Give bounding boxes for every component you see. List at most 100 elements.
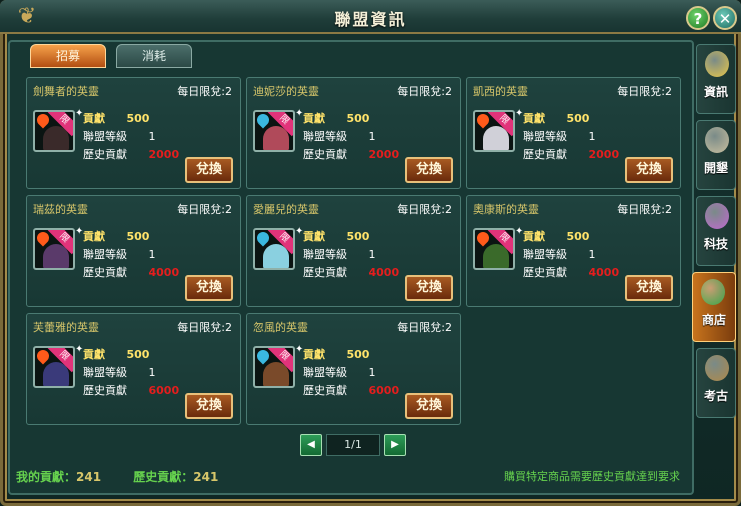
contribution-value: 500 bbox=[346, 348, 370, 361]
help-button[interactable]: ? bbox=[686, 6, 710, 30]
history-value: 2000 bbox=[588, 148, 620, 161]
title-bar: ❦ 聯盟資訊 ? ✕ bbox=[0, 0, 741, 34]
tab-consume[interactable]: 消耗 bbox=[116, 44, 192, 68]
hero-thumbnail[interactable]: 限 bbox=[473, 228, 515, 270]
daily-limit: 每日限兌:2 bbox=[617, 85, 672, 98]
sidenav-label: 商店 bbox=[701, 313, 726, 327]
contribution-row: 貢獻 500 bbox=[303, 228, 369, 244]
contribution-row: 貢獻 500 bbox=[523, 228, 589, 244]
prev-page-button[interactable]: ◀ bbox=[300, 434, 322, 456]
level-row: 聯盟等級 1 bbox=[83, 364, 156, 380]
history-value: 2000 bbox=[148, 148, 180, 161]
daily-limit: 每日限兌:2 bbox=[397, 321, 452, 334]
level-row: 聯盟等級 1 bbox=[523, 246, 596, 262]
exchange-button[interactable]: 兌換 bbox=[625, 275, 673, 301]
close-button[interactable]: ✕ bbox=[713, 6, 737, 30]
daily-limit: 每日限兌:2 bbox=[397, 203, 452, 216]
contribution-row: 貢獻 500 bbox=[303, 346, 369, 362]
level-label: 聯盟等級 bbox=[83, 248, 127, 261]
sidenav-label: 考古 bbox=[703, 389, 728, 403]
pickaxe-icon bbox=[705, 355, 729, 381]
history-label: 歷史貢獻 bbox=[303, 384, 347, 397]
next-page-button[interactable]: ▶ bbox=[384, 434, 406, 456]
hero-thumbnail[interactable]: 限 bbox=[33, 346, 75, 388]
daily-limit: 每日限兌:2 bbox=[177, 321, 232, 334]
item-name: 凱西的英靈 bbox=[473, 85, 528, 98]
level-label: 聯盟等級 bbox=[523, 130, 567, 143]
sidenav-item[interactable]: 科技 bbox=[696, 196, 736, 266]
level-row: 聯盟等級 1 bbox=[83, 128, 156, 144]
requirement-notice: 購買特定商品需要歷史貢獻達到要求 bbox=[504, 470, 680, 483]
tab-recruit[interactable]: 招募 bbox=[30, 44, 106, 68]
contribution-row: 貢獻 500 bbox=[83, 228, 149, 244]
exchange-button[interactable]: 兌換 bbox=[185, 275, 233, 301]
level-value: 1 bbox=[368, 130, 376, 143]
item-name: 劍舞者的英靈 bbox=[33, 85, 99, 98]
item-card: 愛麗兒的英靈 每日限兌:2 限 ✦ 貢獻 500 聯盟等級 1 歷史貢獻 400… bbox=[246, 195, 461, 307]
page-indicator: 1/1 bbox=[326, 434, 380, 456]
sidenav-label: 資訊 bbox=[703, 85, 728, 99]
hero-thumbnail[interactable]: 限 bbox=[253, 346, 295, 388]
history-row: 歷史貢獻 4000 bbox=[523, 264, 619, 280]
level-row: 聯盟等級 1 bbox=[83, 246, 156, 262]
avatar-icon bbox=[705, 51, 729, 77]
item-name: 愛麗兒的英靈 bbox=[253, 203, 319, 216]
history-row: 歷史貢獻 6000 bbox=[303, 382, 399, 398]
contribution-value: 500 bbox=[346, 230, 370, 243]
level-row: 聯盟等級 1 bbox=[523, 128, 596, 144]
level-value: 1 bbox=[148, 130, 156, 143]
exchange-button[interactable]: 兌換 bbox=[405, 275, 453, 301]
level-value: 1 bbox=[588, 248, 596, 261]
item-card: 凱西的英靈 每日限兌:2 限 ✦ 貢獻 500 聯盟等級 1 歷史貢獻 2000… bbox=[466, 77, 681, 189]
exchange-button[interactable]: 兌換 bbox=[405, 157, 453, 183]
history-label: 歷史貢獻 bbox=[83, 148, 127, 161]
treasure-icon bbox=[701, 279, 725, 305]
history-value: 6000 bbox=[148, 384, 180, 397]
level-label: 聯盟等級 bbox=[523, 248, 567, 261]
sidenav-item[interactable]: 考古 bbox=[696, 348, 736, 418]
item-card: 芙蕾雅的英靈 每日限兌:2 限 ✦ 貢獻 500 聯盟等級 1 歷史貢獻 600… bbox=[26, 313, 241, 425]
item-card: 忽風的英靈 每日限兌:2 限 ✦ 貢獻 500 聯盟等級 1 歷史貢獻 6000… bbox=[246, 313, 461, 425]
hero-thumbnail[interactable]: 限 bbox=[253, 110, 295, 152]
sidenav-label: 科技 bbox=[703, 237, 728, 251]
item-name: 忽風的英靈 bbox=[253, 321, 308, 334]
contribution-summary: 我的貢獻：241 歷史貢獻：241 bbox=[16, 468, 246, 485]
contribution-value: 500 bbox=[126, 348, 150, 361]
daily-limit: 每日限兌:2 bbox=[617, 203, 672, 216]
item-card: 劍舞者的英靈 每日限兌:2 限 ✦ 貢獻 500 聯盟等級 1 歷史貢獻 200… bbox=[26, 77, 241, 189]
history-value: 4000 bbox=[368, 266, 400, 279]
hero-thumbnail[interactable]: 限 bbox=[253, 228, 295, 270]
item-name: 迪妮莎的英靈 bbox=[253, 85, 319, 98]
level-row: 聯盟等級 1 bbox=[303, 364, 376, 380]
level-value: 1 bbox=[368, 248, 376, 261]
sidenav-item[interactable]: 開墾 bbox=[696, 120, 736, 190]
level-label: 聯盟等級 bbox=[83, 130, 127, 143]
level-label: 聯盟等級 bbox=[303, 130, 347, 143]
exchange-button[interactable]: 兌換 bbox=[405, 393, 453, 419]
exchange-button[interactable]: 兌換 bbox=[185, 393, 233, 419]
hammer-icon bbox=[705, 127, 729, 153]
history-row: 歷史貢獻 4000 bbox=[83, 264, 179, 280]
hero-thumbnail[interactable]: 限 bbox=[33, 110, 75, 152]
item-card: 奧康斯的英靈 每日限兌:2 限 ✦ 貢獻 500 聯盟等級 1 歷史貢獻 400… bbox=[466, 195, 681, 307]
sidenav-item[interactable]: 商店 bbox=[692, 272, 736, 342]
level-value: 1 bbox=[148, 366, 156, 379]
contribution-value: 500 bbox=[126, 230, 150, 243]
item-card: 瑞茲的英靈 每日限兌:2 限 ✦ 貢獻 500 聯盟等級 1 歷史貢獻 4000… bbox=[26, 195, 241, 307]
exchange-button[interactable]: 兌換 bbox=[625, 157, 673, 183]
contribution-row: 貢獻 500 bbox=[523, 110, 589, 126]
contribution-row: 貢獻 500 bbox=[303, 110, 369, 126]
history-row: 歷史貢獻 2000 bbox=[83, 146, 179, 162]
history-row: 歷史貢獻 6000 bbox=[83, 382, 179, 398]
history-label: 歷史貢獻 bbox=[303, 148, 347, 161]
exchange-button[interactable]: 兌換 bbox=[185, 157, 233, 183]
contribution-label: 貢獻 bbox=[83, 230, 105, 243]
hero-thumbnail[interactable]: 限 bbox=[33, 228, 75, 270]
flask-icon bbox=[705, 203, 729, 229]
hero-thumbnail[interactable]: 限 bbox=[473, 110, 515, 152]
history-label: 歷史貢獻 bbox=[523, 148, 567, 161]
my-contrib-label: 我的貢獻： bbox=[16, 470, 77, 484]
sidenav-item[interactable]: 資訊 bbox=[696, 44, 736, 114]
item-card: 迪妮莎的英靈 每日限兌:2 限 ✦ 貢獻 500 聯盟等級 1 歷史貢獻 200… bbox=[246, 77, 461, 189]
contribution-label: 貢獻 bbox=[523, 230, 545, 243]
